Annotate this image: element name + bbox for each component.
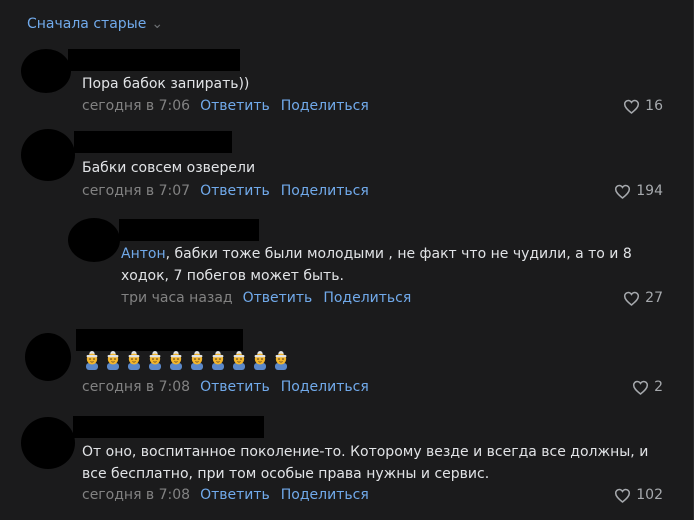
author-name[interactable] [74,131,232,153]
like-button[interactable]: 27 [623,290,663,306]
reply-button[interactable]: Ответить [200,487,270,503]
heart-icon [623,291,640,306]
old-woman-emoji [271,350,291,370]
share-button[interactable]: Поделиться [281,487,369,503]
like-button[interactable]: 102 [614,487,663,503]
comment-text-line1: От оно, воспитанное поколение-то. Которо… [82,444,649,460]
old-woman-emoji [124,350,144,370]
share-button[interactable]: Поделиться [323,290,411,306]
comments-panel: Сначала старые ⌄ Пора бабок запирать)) с… [0,0,694,520]
old-woman-emoji [187,350,207,370]
heart-icon [623,99,640,114]
like-count: 194 [636,183,663,199]
comment-time[interactable]: три часа назад [121,290,233,306]
like-count: 2 [654,379,663,395]
author-name[interactable] [68,49,240,71]
old-woman-emoji [208,350,228,370]
like-count: 16 [645,98,663,114]
chevron-down-icon: ⌄ [151,16,164,32]
avatar[interactable] [68,218,120,262]
reply-button[interactable]: Ответить [200,183,270,199]
like-button[interactable]: 2 [632,379,663,395]
mention-link[interactable]: Антон [121,246,166,262]
avatar[interactable] [21,49,71,93]
comment-text: Пора бабок запирать)) [82,76,250,92]
comment-meta: сегодня в 7:07 Ответить Поделиться [82,183,380,199]
share-button[interactable]: Поделиться [281,98,369,114]
comment-text-line2: все бесплатно, при том особые права нужн… [82,466,490,482]
author-name[interactable] [119,219,259,241]
old-woman-emoji [229,350,249,370]
avatar[interactable] [21,417,75,469]
old-woman-emoji [250,350,270,370]
heart-icon [614,184,631,199]
like-count: 27 [645,290,663,306]
comment-meta: сегодня в 7:06 Ответить Поделиться [82,98,380,114]
comment-time[interactable]: сегодня в 7:08 [82,379,190,395]
old-woman-emoji [103,350,123,370]
reply-button[interactable]: Ответить [243,290,313,306]
like-count: 102 [636,487,663,503]
author-name[interactable] [73,416,264,438]
heart-icon [614,488,631,503]
reply-button[interactable]: Ответить [200,98,270,114]
like-button[interactable]: 16 [623,98,663,114]
old-woman-emoji [82,350,102,370]
sort-dropdown[interactable]: Сначала старые ⌄ [27,16,163,32]
old-woman-emoji [145,350,165,370]
heart-icon [632,380,649,395]
comment-meta: три часа назад Ответить Поделиться [121,290,422,306]
comment-time[interactable]: сегодня в 7:06 [82,98,190,114]
share-button[interactable]: Поделиться [281,379,369,395]
comment-text: Бабки совсем озверели [82,160,256,176]
comment-text-line2: ходок, 7 побегов может быть. [121,268,344,284]
comment-time[interactable]: сегодня в 7:08 [82,487,190,503]
comment-time[interactable]: сегодня в 7:07 [82,183,190,199]
like-button[interactable]: 194 [614,183,663,199]
comment-text: Антон, бабки тоже были молодыми , не фак… [121,243,632,265]
sort-label: Сначала старые [27,16,147,32]
old-woman-emoji [166,350,186,370]
comment-emoji-row [82,350,291,370]
comment-meta: сегодня в 7:08 Ответить Поделиться [82,487,380,503]
comment-meta: сегодня в 7:08 Ответить Поделиться [82,379,380,395]
comment-text-line1: , бабки тоже были молодыми , не факт что… [165,246,632,262]
avatar[interactable] [25,333,71,381]
share-button[interactable]: Поделиться [281,183,369,199]
reply-button[interactable]: Ответить [200,379,270,395]
avatar[interactable] [21,129,75,181]
author-name[interactable] [76,329,243,351]
